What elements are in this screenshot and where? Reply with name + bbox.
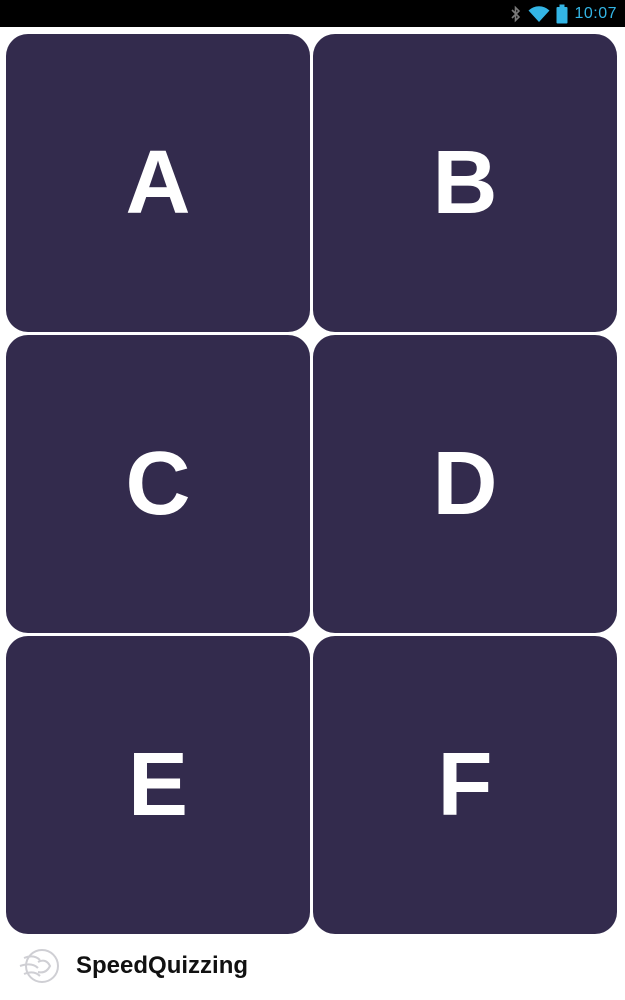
- answer-grid: A B C D E F: [6, 34, 617, 934]
- wifi-icon: [528, 5, 550, 23]
- answer-button-c[interactable]: C: [6, 335, 310, 633]
- status-bar: 10:07: [0, 0, 625, 27]
- bluetooth-icon: [510, 5, 522, 23]
- answer-label-c: C: [125, 434, 191, 534]
- answer-label-d: D: [432, 434, 498, 534]
- answer-button-a[interactable]: A: [6, 34, 310, 332]
- brand-name: SpeedQuizzing: [76, 952, 249, 979]
- speedquizzing-logo-icon: [16, 942, 64, 990]
- answer-button-b[interactable]: B: [313, 34, 617, 332]
- clock-time: 10:07: [574, 4, 617, 22]
- footer: SpeedQuizzing: [0, 940, 625, 992]
- answer-label-b: B: [432, 133, 498, 233]
- answer-label-a: A: [125, 133, 191, 233]
- answer-button-d[interactable]: D: [313, 335, 617, 633]
- battery-icon: [556, 4, 568, 24]
- answer-label-f: F: [437, 735, 493, 835]
- answer-button-e[interactable]: E: [6, 636, 310, 934]
- answer-button-f[interactable]: F: [313, 636, 617, 934]
- answer-label-e: E: [127, 735, 189, 835]
